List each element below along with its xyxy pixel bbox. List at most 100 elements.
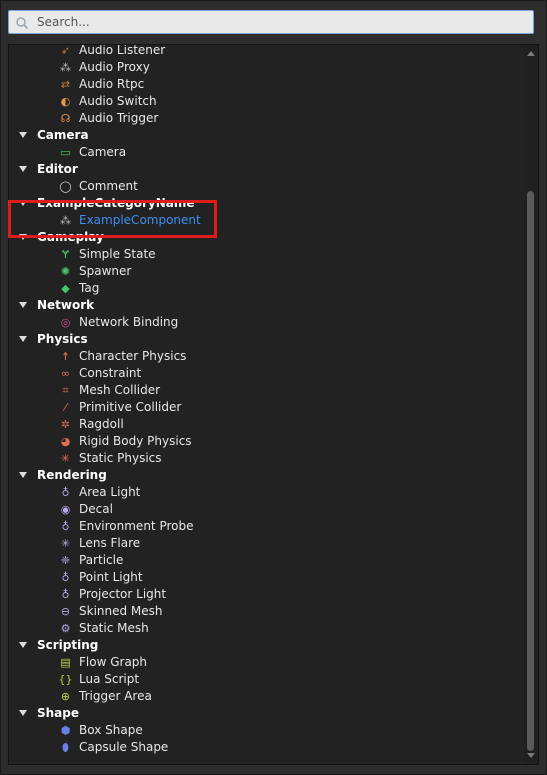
tree-item[interactable]: Ɏ Simple State <box>9 246 524 263</box>
category-label: Scripting <box>37 638 99 652</box>
expand-arrow-icon[interactable] <box>19 302 27 308</box>
tree-item[interactable]: ▭ Camera <box>9 144 524 161</box>
tree-item[interactable]: ◆ Tag <box>9 280 524 297</box>
item-label: Audio Switch <box>79 94 157 108</box>
projector-light-icon: ♁ <box>61 588 70 601</box>
tree-category[interactable]: Gameplay <box>9 229 524 246</box>
item-label: ExampleComponent <box>79 213 201 227</box>
tree-item[interactable]: ✳ Static Physics <box>9 450 524 467</box>
spawner-icon: ✺ <box>60 265 71 278</box>
item-label: Point Light <box>79 570 143 584</box>
item-label: Rigid Body Physics <box>79 434 192 448</box>
item-label: Simple State <box>79 247 156 261</box>
component-tree-panel: ➶ Audio Listener ⁂ Audio Proxy ⇄ Audio Rtpc ◐ A… <box>8 44 539 765</box>
item-label: Comment <box>79 179 138 193</box>
item-label: Environment Probe <box>79 519 194 533</box>
tree-item[interactable]: ⌗ Mesh Collider <box>9 382 524 399</box>
item-label: Decal <box>79 502 113 516</box>
category-label: ExampleCategoryName <box>37 196 195 210</box>
item-label: Skinned Mesh <box>79 604 163 618</box>
item-label: Character Physics <box>79 349 187 363</box>
search-box[interactable] <box>8 10 534 34</box>
tree-item[interactable]: ♁ Projector Light <box>9 586 524 603</box>
scrollbar-thumb[interactable] <box>527 191 534 751</box>
tree-item[interactable]: ◯ Comment <box>9 178 524 195</box>
item-label: Mesh Collider <box>79 383 161 397</box>
tree-item[interactable]: ♁ Environment Probe <box>9 518 524 535</box>
component-tree: ➶ Audio Listener ⁂ Audio Proxy ⇄ Audio Rtpc ◐ A… <box>9 45 524 756</box>
tree-item[interactable]: ◎ Network Binding <box>9 314 524 331</box>
simple-state-icon: Ɏ <box>62 248 69 261</box>
capsule-shape-icon: ⬮ <box>62 741 69 754</box>
tree-item[interactable]: ⊕ Trigger Area <box>9 688 524 705</box>
tree-item[interactable]: ✺ Spawner <box>9 263 524 280</box>
tree-item[interactable]: ⇄ Audio Rtpc <box>9 76 524 93</box>
tree-item[interactable]: ♁ Area Light <box>9 484 524 501</box>
tree-item[interactable]: ✳ Lens Flare <box>9 535 524 552</box>
category-label: Gameplay <box>37 230 104 244</box>
tree-item[interactable]: ⊖ Skinned Mesh <box>9 603 524 620</box>
scroll-down-arrow-icon[interactable] <box>527 753 535 758</box>
search-input[interactable] <box>37 13 517 31</box>
character-physics-icon: ☨ <box>62 350 69 363</box>
scroll-up-arrow-icon[interactable] <box>527 51 535 56</box>
tree-category[interactable]: Shape <box>9 705 524 722</box>
item-label: Box Shape <box>79 723 143 737</box>
tree-category[interactable]: Network <box>9 297 524 314</box>
expand-arrow-icon[interactable] <box>19 472 27 478</box>
decal-icon: ◉ <box>60 503 71 516</box>
tree-item[interactable]: ◉ Decal <box>9 501 524 518</box>
tree-item[interactable]: ⬢ Box Shape <box>9 722 524 739</box>
tree-item[interactable]: ▤ Flow Graph <box>9 654 524 671</box>
expand-arrow-icon[interactable] <box>19 166 27 172</box>
expand-arrow-icon[interactable] <box>19 132 27 138</box>
comment-icon: ◯ <box>59 180 72 193</box>
tree-item[interactable]: ❈ Particle <box>9 552 524 569</box>
point-light-icon: ♁ <box>61 571 70 584</box>
trigger-area-icon: ⊕ <box>60 690 71 703</box>
tree-item[interactable]: ◐ Audio Switch <box>9 93 524 110</box>
tree-item[interactable]: ⬮ Capsule Shape <box>9 739 524 756</box>
tag-icon: ◆ <box>61 282 70 295</box>
tree-item[interactable]: ◕ Rigid Body Physics <box>9 433 524 450</box>
search-icon <box>16 17 29 30</box>
expand-arrow-icon[interactable] <box>19 710 27 716</box>
item-label: Audio Proxy <box>79 60 150 74</box>
item-label: Static Physics <box>79 451 162 465</box>
tree-category[interactable]: Camera <box>9 127 524 144</box>
tree-item[interactable]: ➶ Audio Listener <box>9 45 524 59</box>
primitive-collider-icon: ⁄ <box>64 401 67 414</box>
vertical-scrollbar[interactable] <box>524 45 538 764</box>
category-label: Rendering <box>37 468 107 482</box>
category-label: Camera <box>37 128 89 142</box>
item-label: Audio Trigger <box>79 111 159 125</box>
expand-arrow-icon[interactable] <box>19 642 27 648</box>
item-label: Ragdoll <box>79 417 124 431</box>
ragdoll-icon: ✲ <box>60 418 71 431</box>
box-shape-icon: ⬢ <box>60 724 71 737</box>
tree-item[interactable]: ∞ Constraint <box>9 365 524 382</box>
lens-flare-icon: ✳ <box>60 537 71 550</box>
expand-arrow-icon[interactable] <box>19 336 27 342</box>
tree-category[interactable]: Editor <box>9 161 524 178</box>
category-label: Network <box>37 298 95 312</box>
tree-category[interactable]: Rendering <box>9 467 524 484</box>
expand-arrow-icon[interactable] <box>19 234 27 240</box>
area-light-icon: ♁ <box>61 486 70 499</box>
tree-item[interactable]: ⚙ Static Mesh <box>9 620 524 637</box>
tree-item[interactable]: ⁂ Audio Proxy <box>9 59 524 76</box>
tree-item[interactable]: ♁ Point Light <box>9 569 524 586</box>
item-label: Network Binding <box>79 315 179 329</box>
item-label: Tag <box>79 281 100 295</box>
audio-proxy-icon: ⁂ <box>60 61 71 74</box>
tree-item[interactable]: ✲ Ragdoll <box>9 416 524 433</box>
tree-item-selected[interactable]: ⁂ ExampleComponent <box>9 212 524 229</box>
tree-category[interactable]: Scripting <box>9 637 524 654</box>
tree-item[interactable]: ⁄ Primitive Collider <box>9 399 524 416</box>
tree-category[interactable]: Physics <box>9 331 524 348</box>
expand-arrow-icon[interactable] <box>19 200 27 206</box>
tree-item[interactable]: {} Lua Script <box>9 671 524 688</box>
tree-category[interactable]: ExampleCategoryName <box>9 195 524 212</box>
tree-item[interactable]: ☊ Audio Trigger <box>9 110 524 127</box>
tree-item[interactable]: ☨ Character Physics <box>9 348 524 365</box>
